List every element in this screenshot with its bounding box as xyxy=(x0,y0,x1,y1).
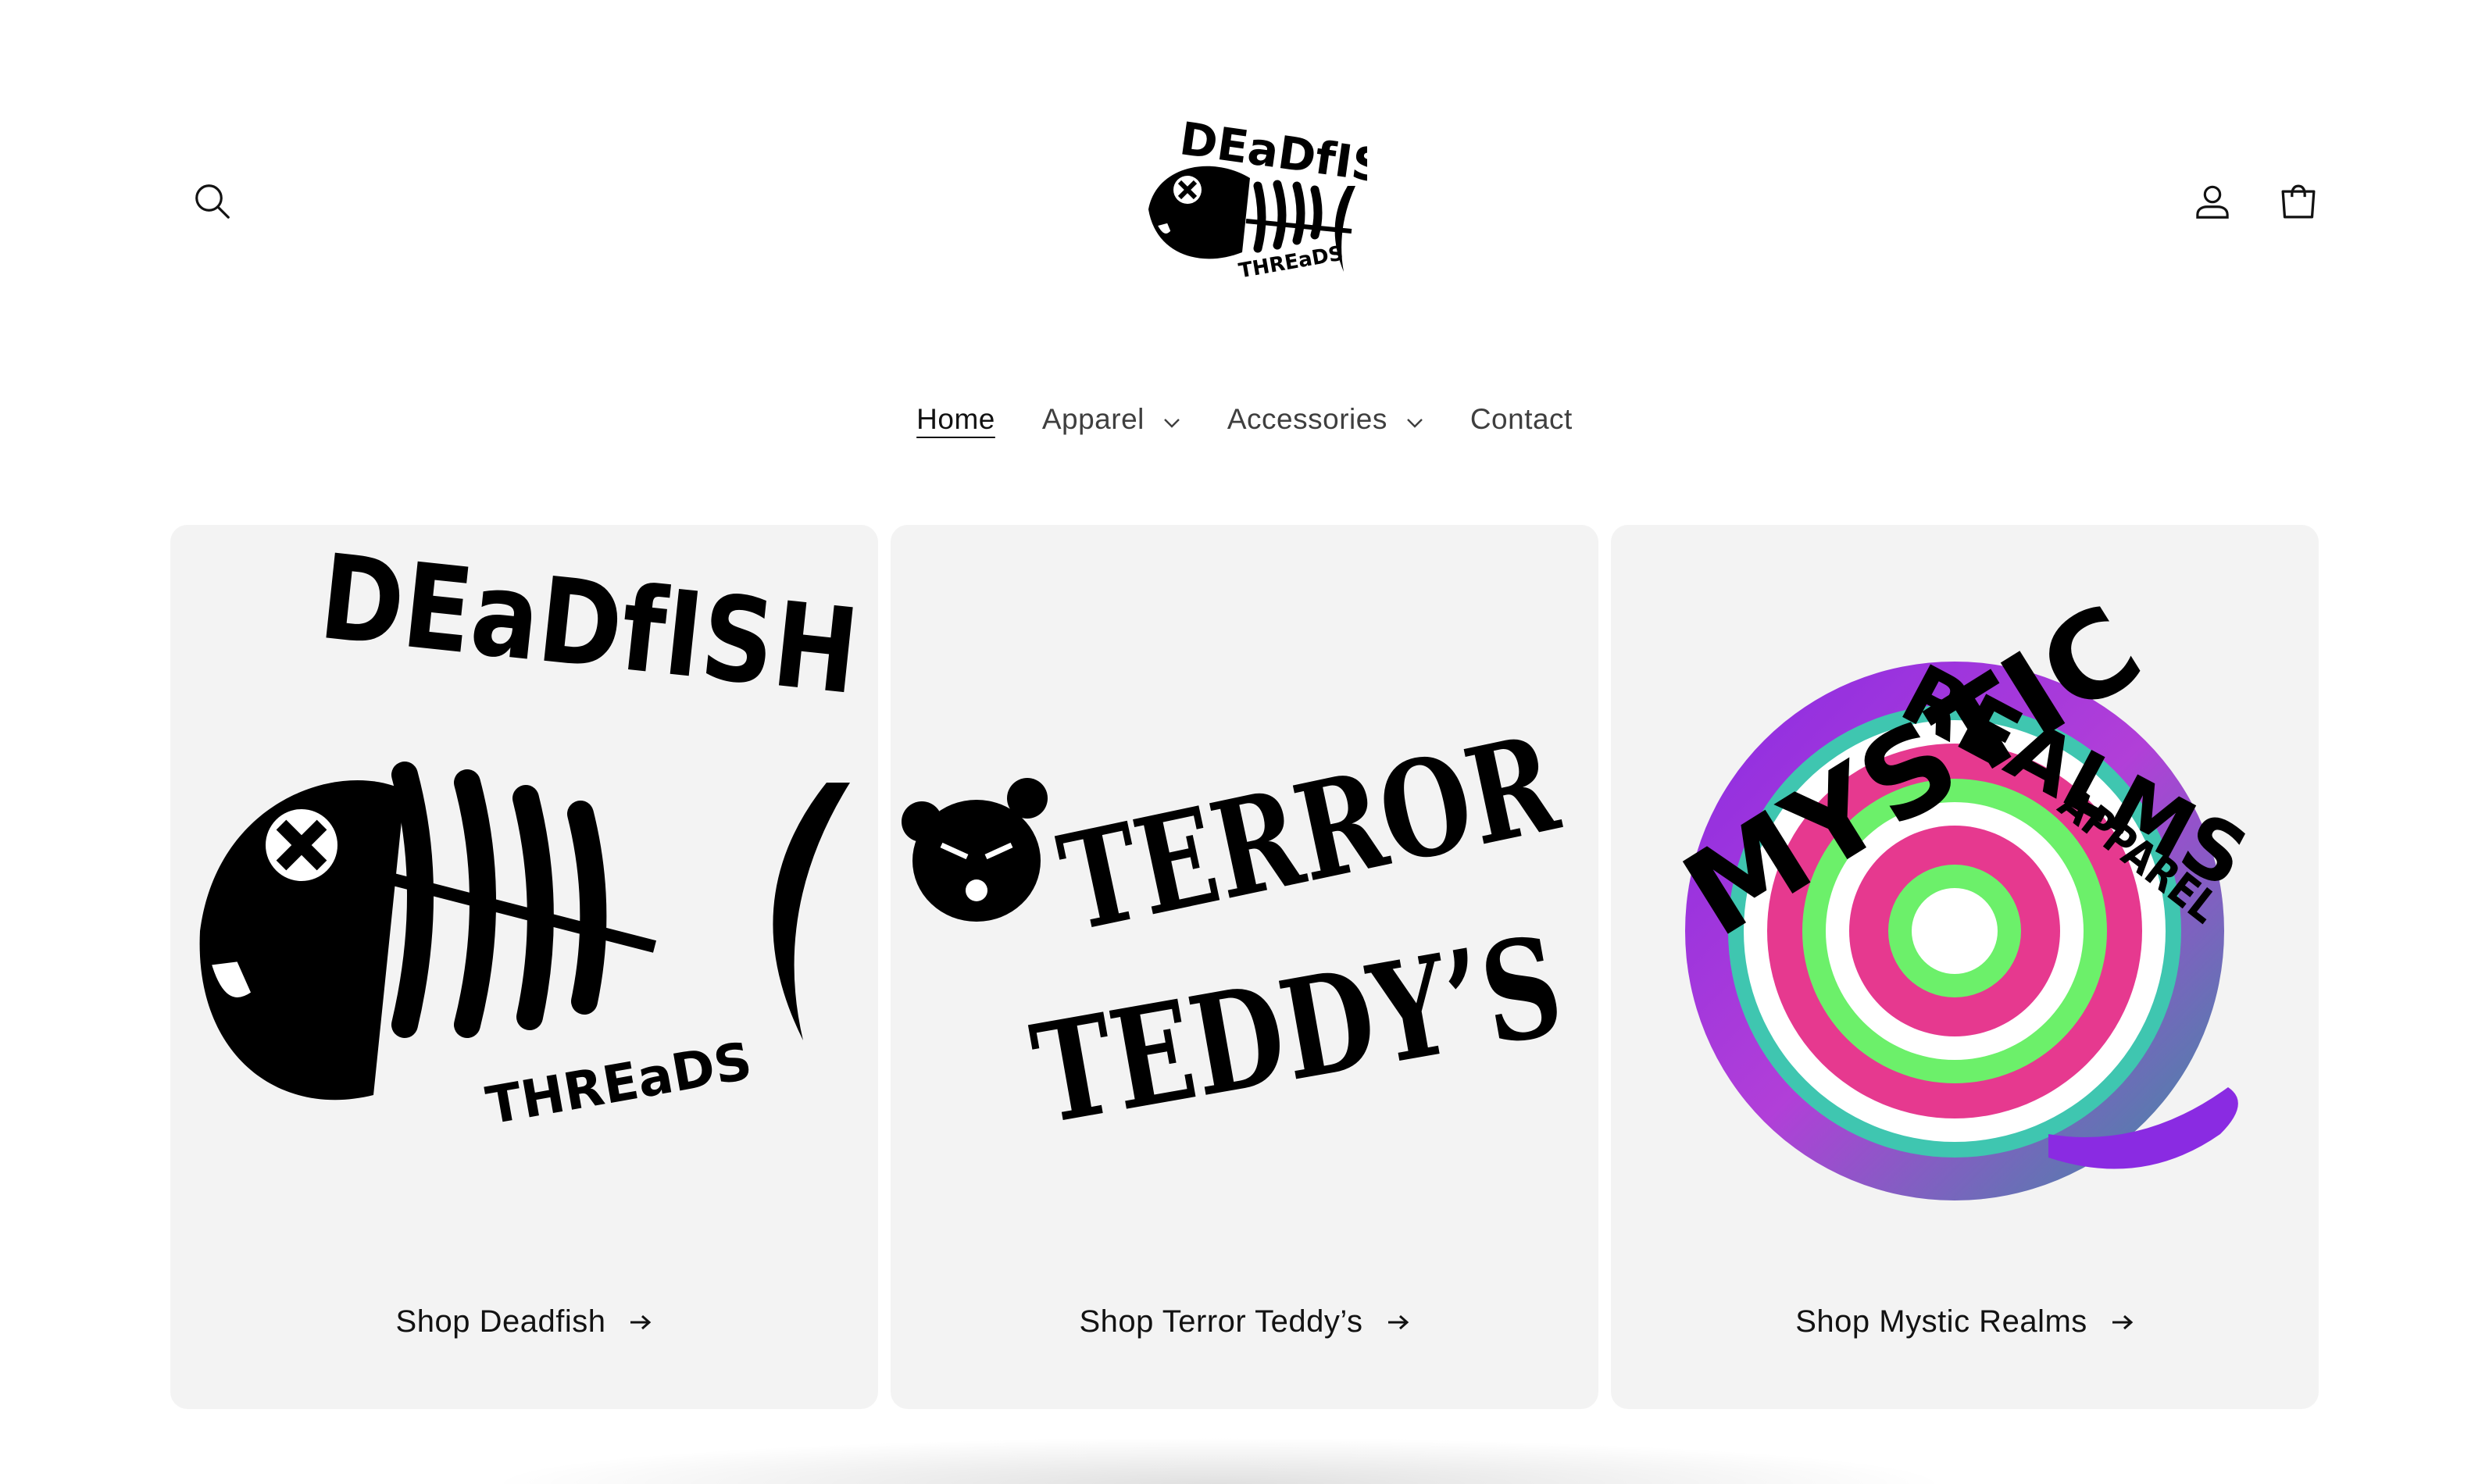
nav-item-accessories[interactable]: Accessories xyxy=(1227,403,1423,436)
bag-icon xyxy=(2281,184,2316,219)
arrow-right-icon xyxy=(2111,1304,2134,1340)
teddy-bear-icon xyxy=(902,778,1048,922)
collection-list: DEaDfISH THREaDS Shop Deadfish TERROR TE… xyxy=(170,525,2319,1409)
collection-link[interactable]: Shop Terror Teddy’s xyxy=(891,1304,1598,1340)
user-icon xyxy=(2196,185,2229,219)
chevron-down-icon xyxy=(1163,403,1180,436)
collection-title: Shop Terror Teddy’s xyxy=(1079,1304,1363,1339)
nav-item-home[interactable]: Home xyxy=(916,403,995,436)
nav-item-apparel[interactable]: Apparel xyxy=(1042,403,1180,436)
deadfish-brand-text: DEaDfISH xyxy=(314,530,864,721)
chevron-down-icon xyxy=(1406,403,1423,436)
nav-label: Contact xyxy=(1469,403,1573,435)
fish-logo-icon xyxy=(1148,166,1250,259)
collection-link[interactable]: Shop Mystic Realms xyxy=(1611,1304,2319,1340)
collection-title: Shop Mystic Realms xyxy=(1795,1304,2087,1339)
arrow-right-icon xyxy=(1387,1304,1410,1340)
site-logo[interactable]: DEaDfISH THREaDS xyxy=(1125,92,1426,287)
collection-title: Shop Deadfish xyxy=(395,1304,606,1339)
account-button[interactable] xyxy=(2184,173,2241,230)
collection-card-deadfish[interactable]: DEaDfISH THREaDS Shop Deadfish xyxy=(170,525,878,1409)
mystic-realms-logo-image: MYSTIC REALMS APPAREL xyxy=(1662,580,2262,1200)
nav-label: Apparel xyxy=(1041,403,1145,435)
arrow-right-icon xyxy=(629,1304,652,1340)
cart-button[interactable] xyxy=(2270,173,2327,230)
search-icon xyxy=(195,184,230,219)
terror-teddys-logo-image: TERROR TEDDY’S xyxy=(902,705,1573,1156)
collection-card-terror-teddys[interactable]: TERROR TEDDY’S Shop Terror Teddy’s xyxy=(891,525,1598,1409)
collection-link[interactable]: Shop Deadfish xyxy=(170,1304,878,1340)
nav-label: Home xyxy=(916,403,995,435)
search-button[interactable] xyxy=(184,173,241,230)
deadfish-logo-image: DEaDfISH THREaDS xyxy=(199,530,864,1136)
deadfish-sub-text: THREaDS xyxy=(482,1031,756,1136)
nav-label: Accessories xyxy=(1227,403,1387,435)
nav-item-contact[interactable]: Contact xyxy=(1470,403,1573,436)
main-nav: Home Apparel Accessories Contact xyxy=(0,403,2489,436)
section-shadow xyxy=(484,1437,1953,1484)
logo-text-bottom: THREaDS xyxy=(1237,242,1344,284)
collection-card-mystic-realms[interactable]: MYSTIC REALMS APPAREL Shop Mystic Realms xyxy=(1611,525,2319,1409)
